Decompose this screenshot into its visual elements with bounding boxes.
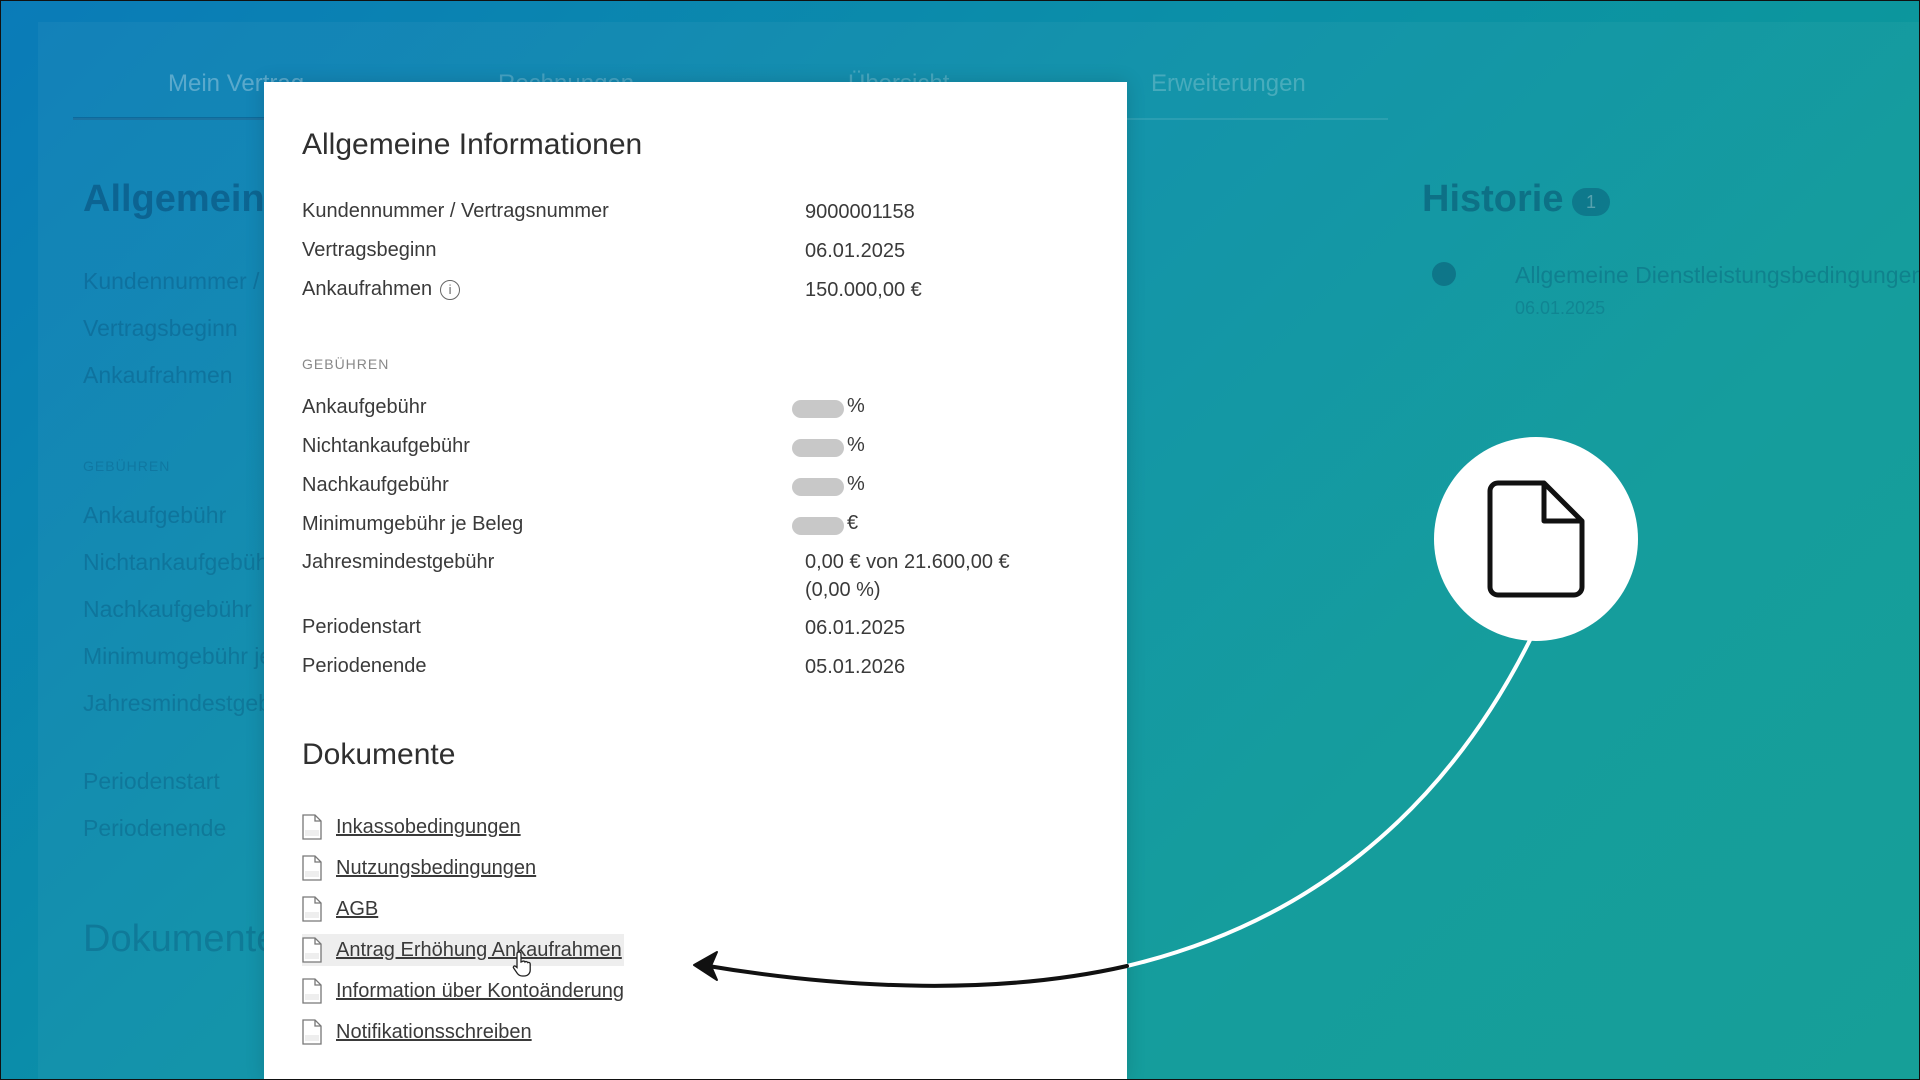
screen-background: Mein Vertrag Rechnungen Übersicht Erweit…: [0, 0, 1920, 1080]
document-icon: [1487, 480, 1585, 598]
callout-circle: [1434, 437, 1638, 641]
